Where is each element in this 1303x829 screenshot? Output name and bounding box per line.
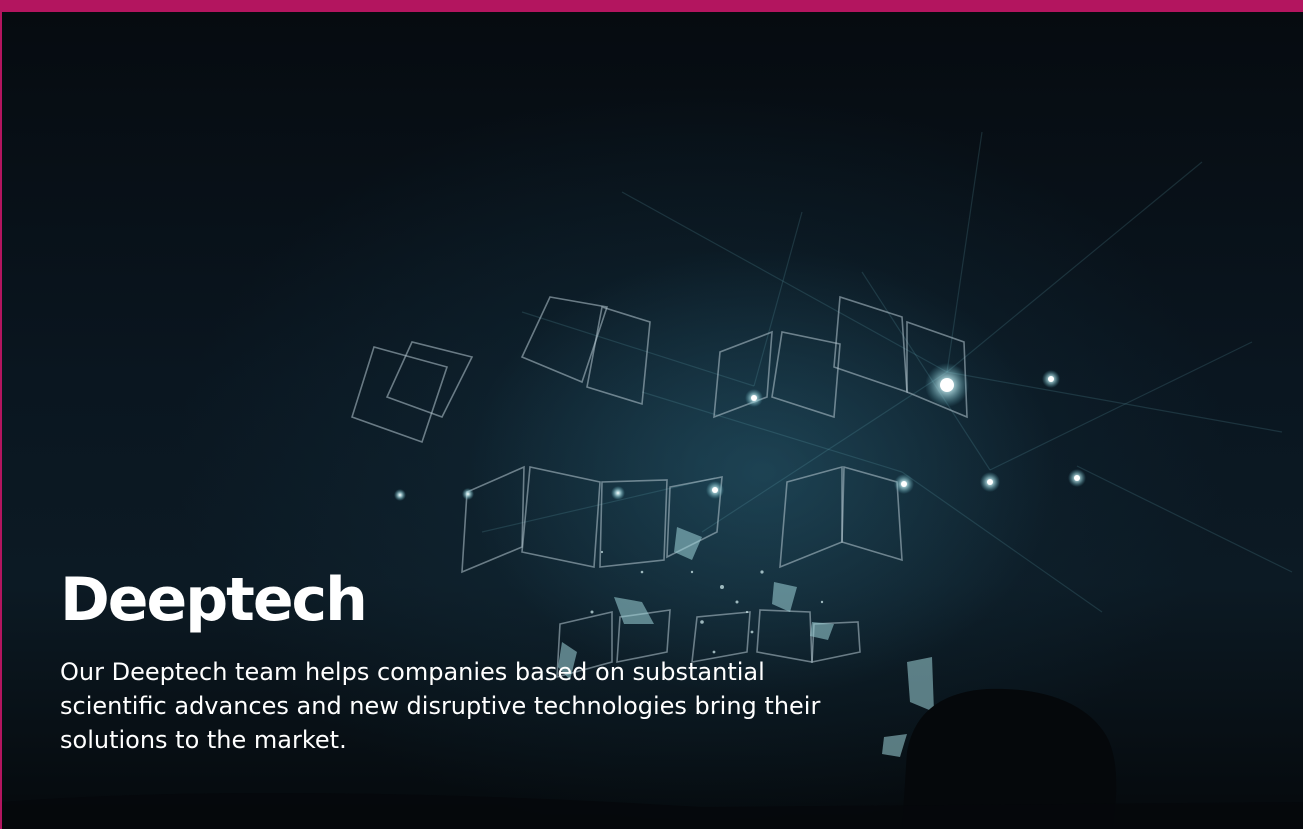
page-title: Deeptech	[60, 565, 368, 635]
hero-description: Our Deeptech team helps companies based …	[60, 658, 821, 754]
hero-content: Deeptech Our Deeptech team helps compani…	[60, 567, 880, 757]
page-frame: Deeptech Our Deeptech team helps compani…	[0, 0, 1303, 829]
hero-banner: Deeptech Our Deeptech team helps compani…	[2, 12, 1303, 829]
